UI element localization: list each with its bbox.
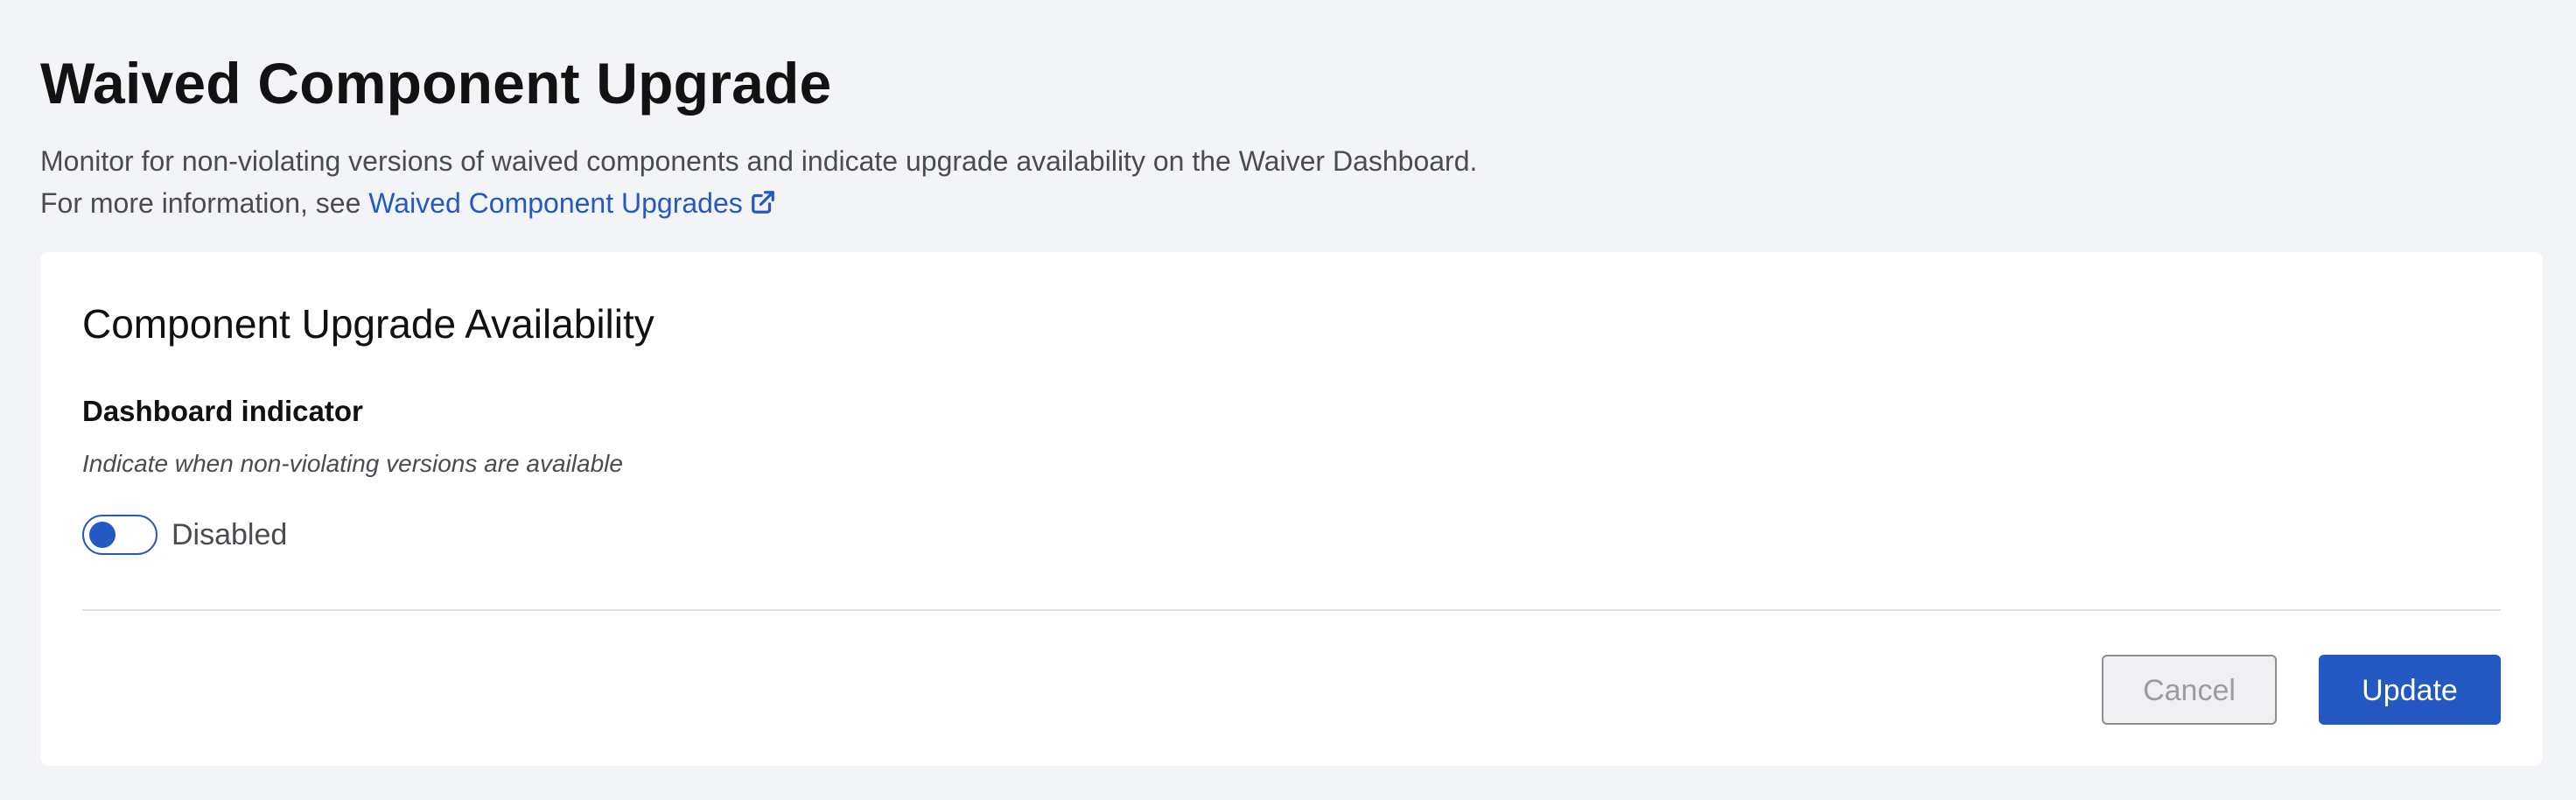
page-description: Monitor for non-violating versions of wa…: [40, 140, 1493, 224]
doc-link-label: Waived Component Upgrades: [368, 187, 743, 219]
card-divider: [82, 609, 2501, 611]
toggle-knob: [89, 522, 116, 548]
settings-card: Component Upgrade Availability Dashboard…: [40, 252, 2543, 766]
dashboard-indicator-help-text: Indicate when non-violating versions are…: [82, 450, 623, 477]
external-link-icon: [751, 191, 774, 214]
dashboard-indicator-toggle-row: Disabled: [82, 513, 287, 557]
toggle-state-label: Disabled: [172, 518, 288, 551]
page: Waived Component Upgrade Monitor for non…: [0, 0, 2576, 800]
waived-component-upgrades-link[interactable]: Waived Component Upgrades: [368, 187, 775, 219]
page-title: Waived Component Upgrade: [40, 51, 832, 116]
cancel-button[interactable]: Cancel: [2102, 655, 2277, 725]
update-button[interactable]: Update: [2319, 655, 2501, 725]
dashboard-indicator-toggle[interactable]: [82, 515, 158, 555]
card-title: Component Upgrade Availability: [82, 301, 654, 347]
dashboard-indicator-label: Dashboard indicator: [82, 395, 363, 427]
